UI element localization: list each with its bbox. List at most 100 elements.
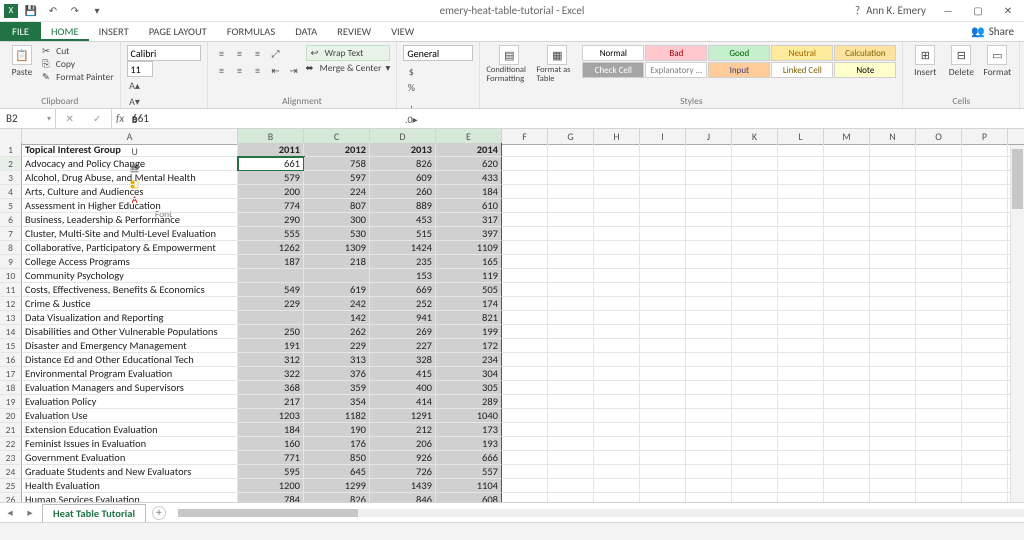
cell-M17[interactable] (824, 367, 870, 381)
cell-O23[interactable] (916, 451, 962, 465)
cell-C6[interactable]: 300 (304, 213, 370, 227)
row-header-18[interactable]: 18 (0, 381, 22, 395)
cell-M20[interactable] (824, 409, 870, 423)
cell-I16[interactable] (640, 353, 686, 367)
cell-G5[interactable] (548, 199, 594, 213)
font-name-combo[interactable]: Calibri (127, 45, 201, 61)
cell-O17[interactable] (916, 367, 962, 381)
cell-J7[interactable] (686, 227, 732, 241)
cell-J9[interactable] (686, 255, 732, 269)
cell-L2[interactable] (778, 157, 824, 171)
cell-G25[interactable] (548, 479, 594, 493)
cell-K18[interactable] (732, 381, 778, 395)
cell-F13[interactable] (502, 311, 548, 325)
qat-redo-icon[interactable]: ↷ (66, 2, 84, 20)
cell-D7[interactable]: 515 (370, 227, 436, 241)
cell-C18[interactable]: 359 (304, 381, 370, 395)
cell-B19[interactable]: 217 (238, 395, 304, 409)
cell-A13[interactable]: Data Visualization and Reporting (22, 311, 238, 325)
cell-G23[interactable] (548, 451, 594, 465)
cell-J18[interactable] (686, 381, 732, 395)
cell-O8[interactable] (916, 241, 962, 255)
cell-M10[interactable] (824, 269, 870, 283)
cell-I2[interactable] (640, 157, 686, 171)
cell-K13[interactable] (732, 311, 778, 325)
cell-C4[interactable]: 224 (304, 185, 370, 199)
cell-N18[interactable] (870, 381, 916, 395)
cell-N4[interactable] (870, 185, 916, 199)
cell-I1[interactable] (640, 143, 686, 157)
cell-F17[interactable] (502, 367, 548, 381)
cell-H11[interactable] (594, 283, 640, 297)
cell-I8[interactable] (640, 241, 686, 255)
cell-H3[interactable] (594, 171, 640, 185)
cell-F11[interactable] (502, 283, 548, 297)
cell-B12[interactable]: 229 (238, 297, 304, 311)
cut-button[interactable]: ✂ Cut (42, 45, 114, 57)
paste-button[interactable]: 📋 Paste (6, 45, 38, 78)
cell-N16[interactable] (870, 353, 916, 367)
cell-F6[interactable] (502, 213, 548, 227)
cell-K16[interactable] (732, 353, 778, 367)
cell-I25[interactable] (640, 479, 686, 493)
row-header-16[interactable]: 16 (0, 353, 22, 367)
cell-B17[interactable]: 322 (238, 367, 304, 381)
cell-L22[interactable] (778, 437, 824, 451)
user-name[interactable]: Ann K. Emery (866, 4, 926, 17)
cell-L7[interactable] (778, 227, 824, 241)
cell-K26[interactable] (732, 493, 778, 502)
cell-G2[interactable] (548, 157, 594, 171)
cell-D8[interactable]: 1424 (370, 241, 436, 255)
cell-M7[interactable] (824, 227, 870, 241)
cell-M3[interactable] (824, 171, 870, 185)
cell-M22[interactable] (824, 437, 870, 451)
qat-customize-icon[interactable]: ▾ (88, 2, 106, 20)
cell-P19[interactable] (962, 395, 1008, 409)
cell-N26[interactable] (870, 493, 916, 502)
cell-A6[interactable]: Business, Leadership & Performance (22, 213, 238, 227)
cell-F12[interactable] (502, 297, 548, 311)
cell-H10[interactable] (594, 269, 640, 283)
cell-J26[interactable] (686, 493, 732, 502)
style-note[interactable]: Note (834, 62, 896, 78)
style-linked-cell[interactable]: Linked Cell (771, 62, 833, 78)
cell-H19[interactable] (594, 395, 640, 409)
cell-P10[interactable] (962, 269, 1008, 283)
cell-L21[interactable] (778, 423, 824, 437)
cell-I19[interactable] (640, 395, 686, 409)
cell-C7[interactable]: 530 (304, 227, 370, 241)
cell-G11[interactable] (548, 283, 594, 297)
cell-M26[interactable] (824, 493, 870, 502)
cell-I10[interactable] (640, 269, 686, 283)
cell-L15[interactable] (778, 339, 824, 353)
cell-O10[interactable] (916, 269, 962, 283)
ribbon-options-icon[interactable]: ? (855, 4, 860, 17)
cell-B15[interactable]: 191 (238, 339, 304, 353)
cell-M2[interactable] (824, 157, 870, 171)
cell-A20[interactable]: Evaluation Use (22, 409, 238, 423)
cell-I21[interactable] (640, 423, 686, 437)
tab-insert[interactable]: INSERT (89, 22, 139, 41)
cell-C20[interactable]: 1182 (304, 409, 370, 423)
cell-L3[interactable] (778, 171, 824, 185)
style-bad[interactable]: Bad (645, 45, 707, 61)
cell-D16[interactable]: 328 (370, 353, 436, 367)
style-normal[interactable]: Normal (582, 45, 644, 61)
cell-L12[interactable] (778, 297, 824, 311)
row-header-17[interactable]: 17 (0, 367, 22, 381)
cell-E16[interactable]: 234 (436, 353, 502, 367)
cell-C10[interactable] (304, 269, 370, 283)
cell-O1[interactable] (916, 143, 962, 157)
cell-H1[interactable] (594, 143, 640, 157)
cell-F1[interactable] (502, 143, 548, 157)
cell-E18[interactable]: 305 (436, 381, 502, 395)
cell-N21[interactable] (870, 423, 916, 437)
cell-K4[interactable] (732, 185, 778, 199)
cell-I22[interactable] (640, 437, 686, 451)
align-left-icon[interactable]: ≡ (214, 62, 230, 78)
cell-M25[interactable] (824, 479, 870, 493)
cell-F4[interactable] (502, 185, 548, 199)
cell-N9[interactable] (870, 255, 916, 269)
cell-B6[interactable]: 290 (238, 213, 304, 227)
cell-B2[interactable]: 661 (238, 157, 304, 171)
